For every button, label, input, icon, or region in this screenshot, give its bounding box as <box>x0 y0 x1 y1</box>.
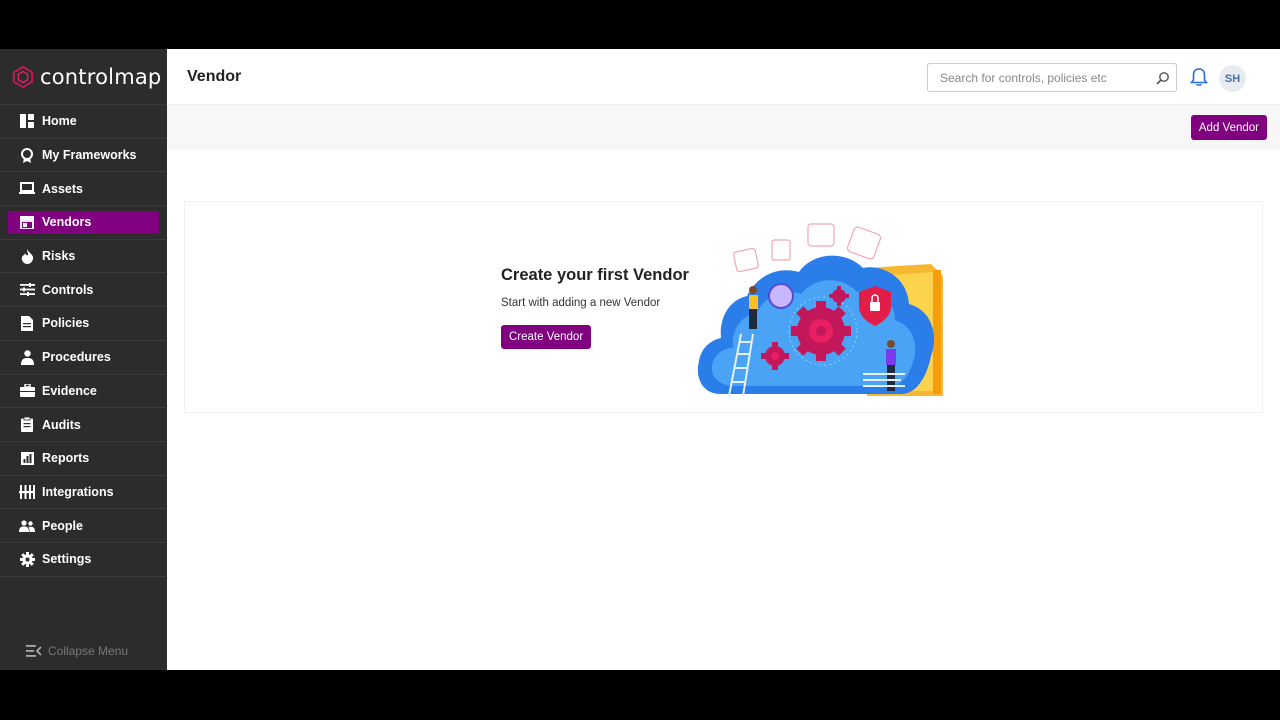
sidebar-item-assets[interactable]: Assets <box>0 172 167 207</box>
person-icon <box>19 349 35 365</box>
sliders-icon <box>19 282 35 298</box>
fire-icon <box>19 248 35 264</box>
sidebar-item-label: Procedures <box>42 350 111 365</box>
sidebar-item-label: Risks <box>42 249 76 264</box>
page-title: Vendor <box>187 67 242 85</box>
create-vendor-button[interactable]: Create Vendor <box>501 325 592 349</box>
controlmap-logo-icon <box>12 65 34 88</box>
clipboard-icon <box>19 417 35 433</box>
sidebar-item-label: Evidence <box>42 383 97 398</box>
gear-icon <box>19 551 35 567</box>
sidebar-item-label: My Frameworks <box>42 148 137 163</box>
collapse-menu-button[interactable]: Collapse Menu <box>26 644 128 658</box>
notification-bell-icon[interactable] <box>1190 67 1208 87</box>
people-icon <box>19 518 35 534</box>
cloud-security-illustration <box>697 223 943 397</box>
sidebar-item-policies[interactable]: Policies <box>0 307 167 341</box>
sidebar-item-label: Assets <box>42 181 83 196</box>
document-icon <box>19 315 35 331</box>
sidebar-item-label: Reports <box>42 451 90 466</box>
empty-state-title: Create your first Vendor <box>501 266 689 284</box>
sidebar-item-reports[interactable]: Reports <box>0 442 167 476</box>
laptop-icon <box>19 181 35 197</box>
sidebar-item-evidence[interactable]: Evidence <box>0 375 167 409</box>
sidebar-item-people[interactable]: People <box>0 509 167 543</box>
sidebar-item-home[interactable]: Home <box>0 105 167 139</box>
store-icon <box>19 214 35 230</box>
chart-icon <box>19 450 35 466</box>
sidebar-item-label: Home <box>42 114 77 129</box>
sidebar-item-label: Vendors <box>42 215 92 230</box>
app-window: controlmap Home My Frameworks Assets Ven… <box>0 49 1280 670</box>
empty-state-card: Create your first Vendor Start with addi… <box>184 201 1263 413</box>
add-vendor-button[interactable]: Add Vendor <box>1190 115 1267 140</box>
sidebar-item-label: Settings <box>42 552 92 567</box>
briefcase-icon <box>19 383 35 399</box>
sidebar-item-settings[interactable]: Settings <box>0 543 167 577</box>
sidebar-item-label: Policies <box>42 316 90 331</box>
sidebar-item-label: People <box>42 518 83 533</box>
search-box[interactable] <box>927 63 1177 92</box>
sidebar-item-label: Controls <box>42 282 94 297</box>
brand-logo[interactable]: controlmap <box>0 49 167 105</box>
sidebar-item-label: Integrations <box>42 484 114 499</box>
home-icon <box>19 113 35 129</box>
collapse-menu-label: Collapse Menu <box>48 644 129 658</box>
sidebar-item-risks[interactable]: Risks <box>0 240 167 274</box>
empty-state-subtitle: Start with adding a new Vendor <box>501 297 661 309</box>
page-toolbar: Add Vendor <box>167 105 1280 150</box>
sidebar-item-vendors[interactable]: Vendors <box>0 206 167 240</box>
sidebar-item-procedures[interactable]: Procedures <box>0 341 167 375</box>
sidebar-item-my-frameworks[interactable]: My Frameworks <box>0 139 167 173</box>
user-avatar[interactable]: SH <box>1219 65 1246 92</box>
brand-name: controlmap <box>40 64 162 89</box>
search-icon[interactable] <box>1156 71 1170 85</box>
sidebar-nav: Home My Frameworks Assets Vendors Risks … <box>0 105 167 577</box>
sidebar-item-controls[interactable]: Controls <box>0 273 167 308</box>
sidebar: controlmap Home My Frameworks Assets Ven… <box>0 49 167 670</box>
collapse-menu-icon <box>26 645 42 657</box>
integrations-icon <box>19 484 35 500</box>
sidebar-item-label: Audits <box>42 417 81 432</box>
main-content: Vendor SH Add Vendor Create your first V… <box>167 49 1280 670</box>
top-header: Vendor SH <box>167 49 1280 105</box>
framework-icon <box>19 147 35 163</box>
search-input[interactable] <box>940 70 1150 85</box>
sidebar-item-audits[interactable]: Audits <box>0 408 167 442</box>
sidebar-item-integrations[interactable]: Integrations <box>0 476 167 510</box>
